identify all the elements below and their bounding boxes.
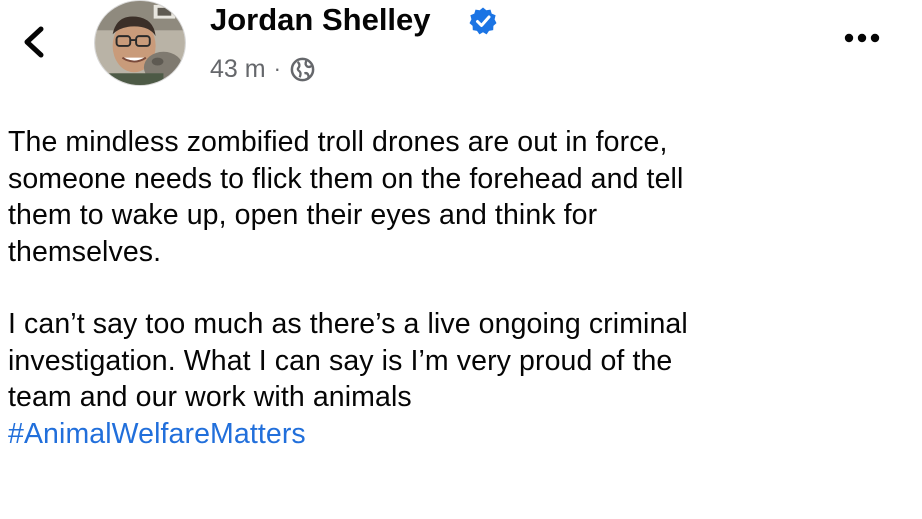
meta-separator: · xyxy=(273,56,281,81)
post-line: The mindless zombified troll drones are … xyxy=(8,126,668,158)
more-dots-icon xyxy=(844,33,880,43)
post-line: them to wake up, open their eyes and thi… xyxy=(8,199,598,231)
post-paragraph-2: I can’t say too much as there’s a live o… xyxy=(8,306,913,452)
author-name[interactable]: Jordan Shelley xyxy=(210,0,431,40)
post-line: themselves. xyxy=(8,235,162,268)
post-body: The mindless zombified troll drones are … xyxy=(8,124,913,452)
post-line: team and our work with animals xyxy=(8,381,412,413)
hashtag-link[interactable]: #AnimalWelfareMatters xyxy=(8,416,306,453)
post-line: investigation. What I can say is I’m ver… xyxy=(8,344,673,377)
post-line: I can’t say too much as there’s a live o… xyxy=(8,308,688,340)
post-line: someone needs to flick them on the foreh… xyxy=(8,162,684,195)
post-timestamp[interactable]: 43 m xyxy=(210,55,266,84)
post-paragraph-1: The mindless zombified troll drones are … xyxy=(8,124,913,270)
avatar[interactable] xyxy=(94,0,186,86)
more-options-button[interactable] xyxy=(836,18,888,58)
globe-icon[interactable] xyxy=(289,56,316,83)
profile-photo xyxy=(95,1,185,85)
verified-badge-icon xyxy=(469,7,497,35)
post-meta: 43 m · xyxy=(210,52,316,86)
chevron-left-icon xyxy=(24,26,44,58)
back-button[interactable] xyxy=(14,22,54,62)
